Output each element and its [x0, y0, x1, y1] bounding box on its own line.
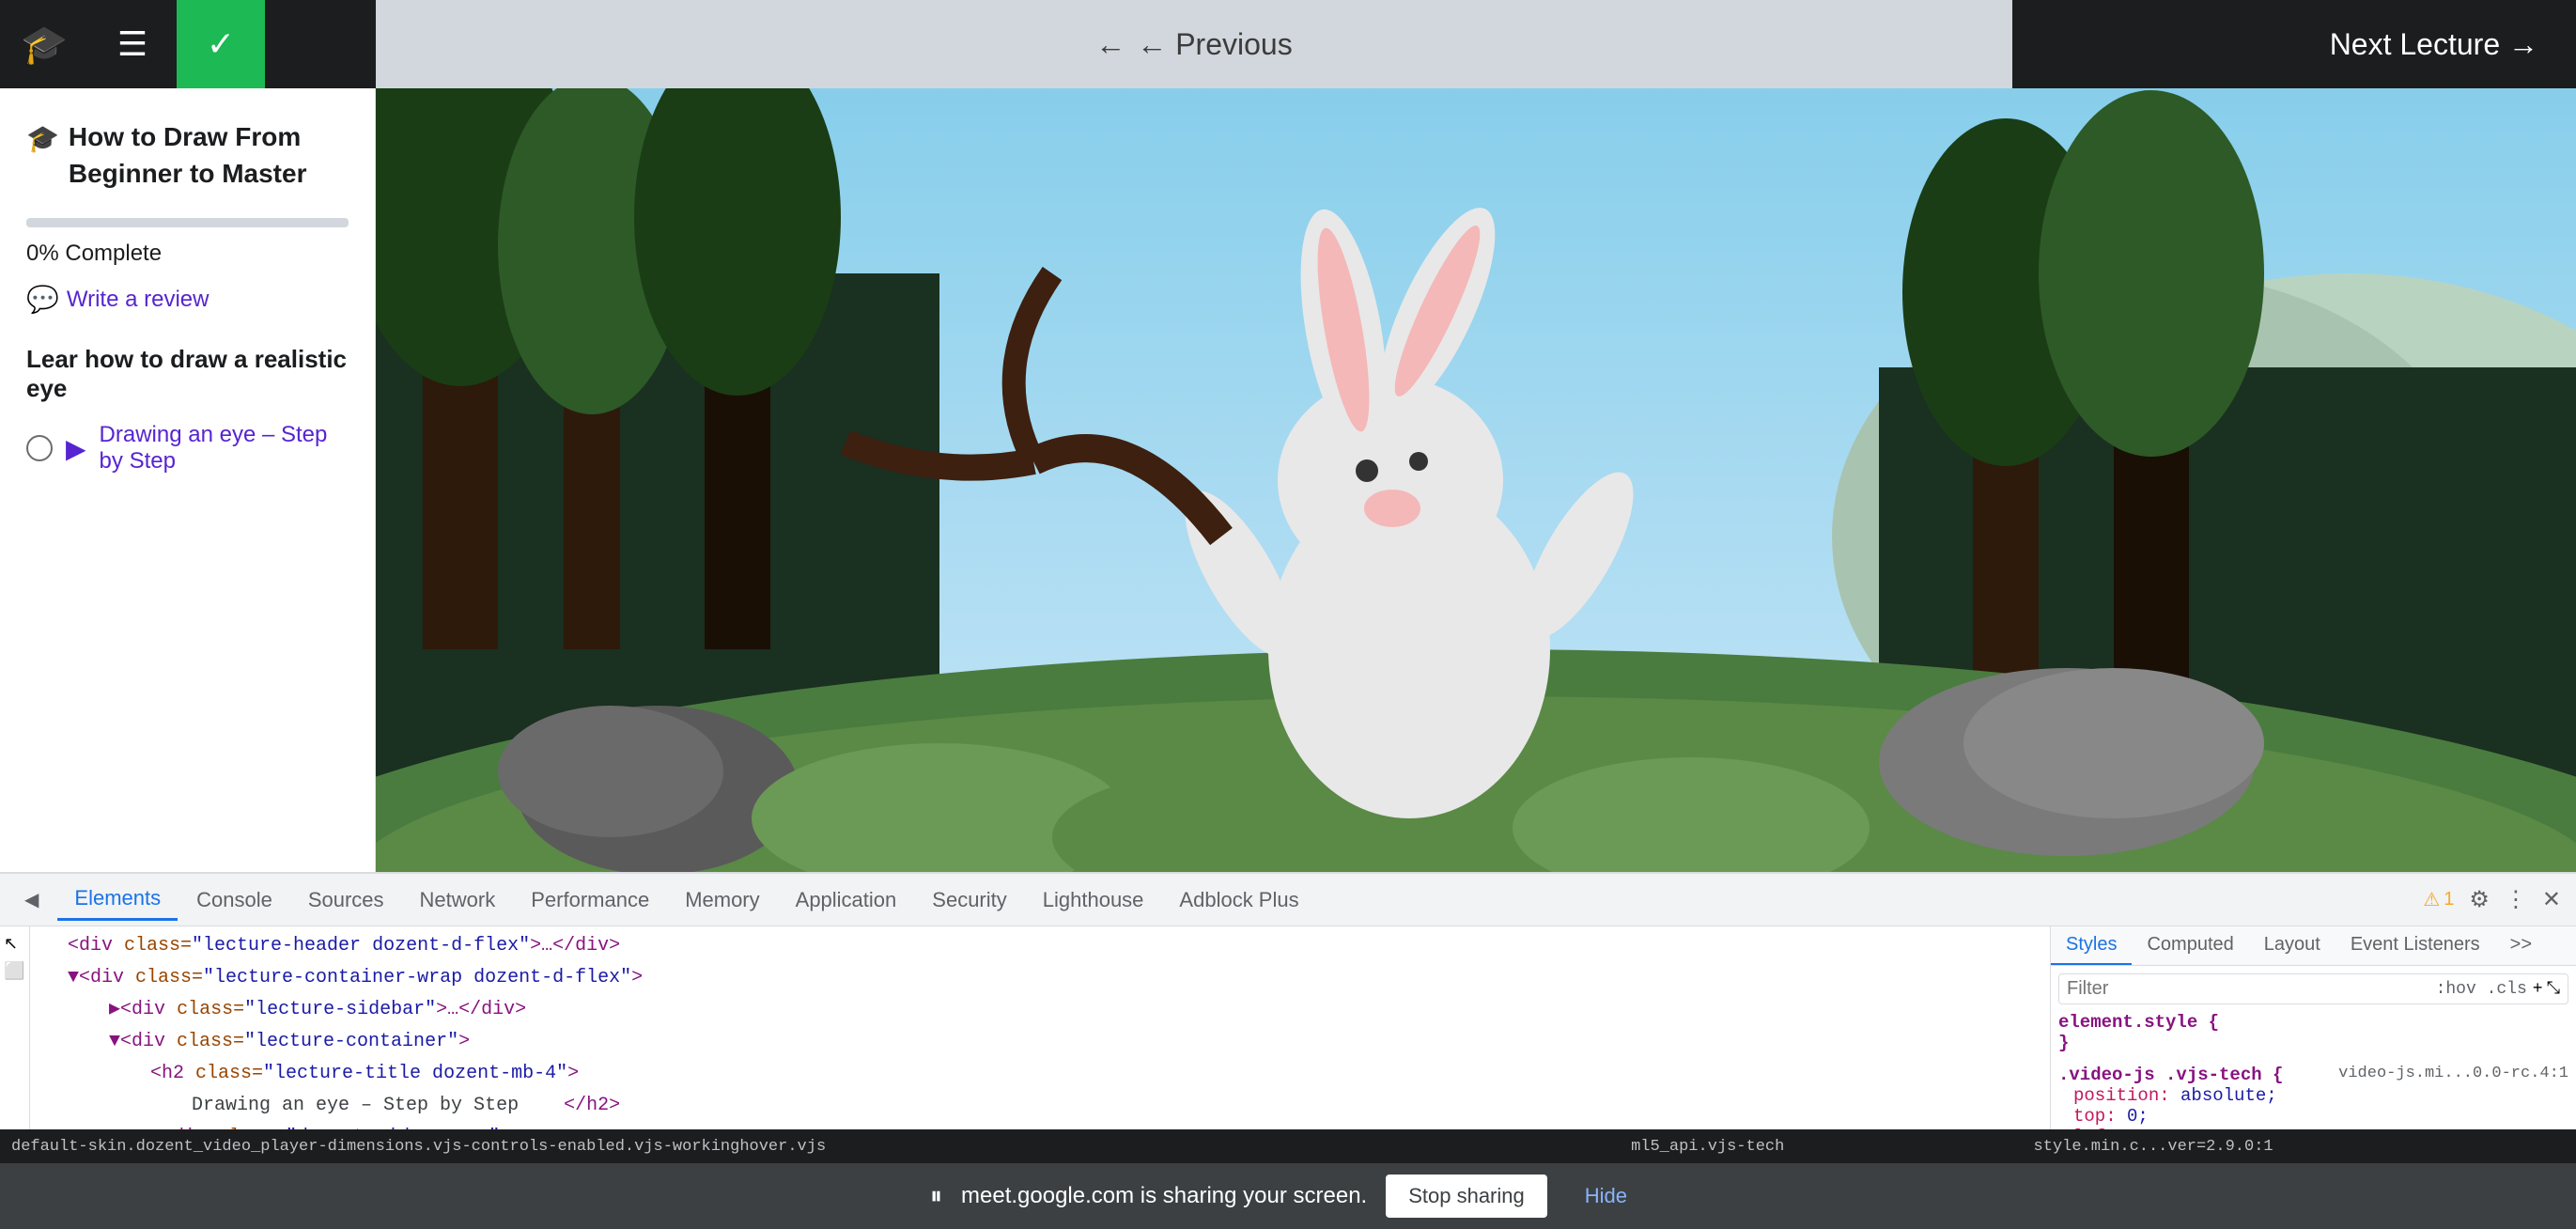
video-placeholder	[376, 88, 2576, 872]
play-icon: ▶	[66, 433, 86, 464]
sidebar: 🎓 How to Draw From Beginner to Master 0%…	[0, 88, 376, 872]
list-icon: ☰	[117, 24, 147, 64]
notification-bar: ⏸ meet.google.com is sharing your screen…	[0, 1163, 2576, 1229]
lesson-radio[interactable]	[26, 435, 53, 461]
overflow-icon[interactable]: ⋮	[2505, 886, 2527, 913]
tab-security[interactable]: Security	[915, 880, 1023, 920]
expand-style-icon[interactable]: ⤡	[2547, 979, 2560, 999]
styles-filter: :hov .cls + ⤡	[2058, 973, 2568, 1004]
tab-elements[interactable]: Elements	[57, 879, 178, 921]
mortarboard-button[interactable]: 🎓	[0, 0, 88, 88]
styles-panel-tabs: Styles Computed Layout Event Listeners >…	[2051, 926, 2576, 966]
tab-console[interactable]: Console	[179, 880, 289, 920]
progress-text: 0% Complete	[26, 241, 349, 267]
lesson-item[interactable]: ▶ Drawing an eye – Step by Step	[26, 422, 349, 474]
left-arrow-icon: ←	[1095, 27, 1125, 62]
tab-application[interactable]: Application	[779, 880, 914, 920]
check-button[interactable]: ✓	[177, 0, 265, 88]
dom-line: ▼<div class="lecture-container">	[30, 1026, 2050, 1058]
dom-line: <div class="lecture-header dozent-d-flex…	[30, 930, 2050, 962]
tab-adblock[interactable]: Adblock Plus	[1162, 880, 1315, 920]
styles-tab-event-listeners[interactable]: Event Listeners	[2335, 926, 2495, 965]
styles-tab-computed[interactable]: Computed	[2132, 926, 2248, 965]
tab-performance[interactable]: Performance	[514, 880, 666, 920]
dom-line: <h2 class="lecture-title dozent-mb-4">	[30, 1058, 2050, 1090]
video-scene	[376, 88, 2576, 872]
notification-text: meet.google.com is sharing your screen.	[961, 1183, 1367, 1209]
dom-device-icon[interactable]: ⬜	[4, 961, 24, 981]
devtools-panel: ◀ Elements Console Sources Network Perfo…	[0, 872, 2576, 1229]
add-style-icon[interactable]: +	[2533, 980, 2543, 999]
styles-tab-overflow[interactable]: >>	[2495, 926, 2547, 965]
check-icon: ✓	[207, 24, 235, 64]
stop-sharing-button[interactable]: Stop sharing	[1386, 1175, 1547, 1218]
dom-cursor-icon[interactable]: ↖	[4, 934, 24, 954]
nav-center[interactable]: ← ← Previous	[376, 0, 2012, 88]
nav-left: 🎓 ☰ ✓	[0, 0, 376, 88]
styles-tab-layout[interactable]: Layout	[2249, 926, 2335, 965]
next-lecture-button[interactable]: Next Lecture →	[2330, 27, 2538, 62]
nav-right: Next Lecture →	[2012, 0, 2576, 88]
status-bar-text: default-skin.dozent_video_player-dimensi…	[11, 1138, 2273, 1156]
main-area: 🎓 How to Draw From Beginner to Master 0%…	[0, 88, 2576, 872]
devtools-left-arrow[interactable]: ◀	[8, 880, 55, 919]
tab-network[interactable]: Network	[403, 880, 513, 920]
top-nav: 🎓 ☰ ✓ ← ← Previous Next Lecture →	[0, 0, 2576, 88]
previous-label: ← Previous	[1137, 27, 1292, 62]
devtools-tabs: ◀ Elements Console Sources Network Perfo…	[0, 874, 2576, 926]
next-label: Next Lecture →	[2330, 27, 2538, 62]
tab-memory[interactable]: Memory	[668, 880, 776, 920]
tab-sources[interactable]: Sources	[291, 880, 401, 920]
styles-tab-styles[interactable]: Styles	[2051, 926, 2132, 965]
devtools-icons: ⚠ 1 ⚙ ⋮ ✕	[2423, 886, 2568, 913]
close-devtools-icon[interactable]: ✕	[2542, 886, 2561, 913]
warning-badge: ⚠ 1	[2423, 888, 2454, 911]
previous-button[interactable]: ← ← Previous	[1095, 27, 1292, 62]
filter-pseudo: :hov .cls	[2436, 980, 2527, 999]
write-review-link[interactable]: 💬 Write a review	[26, 284, 349, 315]
styles-filter-input[interactable]	[2067, 978, 2432, 1000]
styles-rule-element: element.style { }	[2058, 1012, 2568, 1053]
video-area	[376, 88, 2576, 872]
dom-line: ▼<div class="lecture-container-wrap doze…	[30, 962, 2050, 994]
course-icon: 🎓	[26, 120, 59, 157]
dom-line: Drawing an eye – Step by Step </h2>	[30, 1090, 2050, 1122]
pause-icon: ⏸	[930, 1181, 942, 1211]
styles-source[interactable]: video-js.mi...0.0-rc.4:1	[2338, 1065, 2568, 1082]
status-bar: default-skin.dozent_video_player-dimensi…	[0, 1129, 2576, 1163]
tab-lighthouse[interactable]: Lighthouse	[1026, 880, 1161, 920]
settings-icon[interactable]: ⚙	[2469, 886, 2490, 913]
list-button[interactable]: ☰	[88, 0, 177, 88]
progress-bar	[26, 218, 349, 227]
section-title: Lear how to draw a realistic eye	[26, 345, 349, 403]
course-title: 🎓 How to Draw From Beginner to Master	[26, 118, 349, 192]
hide-button[interactable]: Hide	[1566, 1175, 1646, 1218]
dom-line: ▶<div class="lecture-sidebar">…</div>	[30, 994, 2050, 1026]
comment-icon: 💬	[26, 284, 59, 315]
mortarboard-icon: 🎓	[21, 23, 68, 67]
